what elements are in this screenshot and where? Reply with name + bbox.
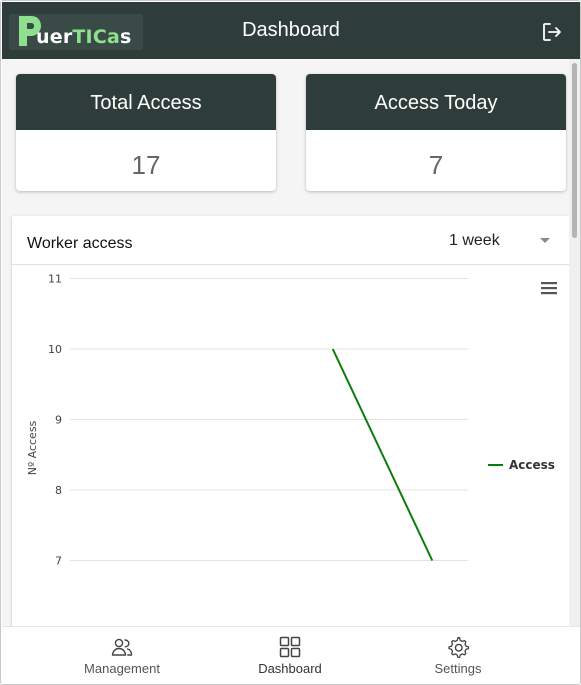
vertical-scrollbar[interactable] [569,59,580,626]
nav-label-settings: Settings [434,661,482,676]
total-access-label: Total Access [16,74,276,130]
y-tick-label: 9 [55,414,62,427]
y-tick-label: 10 [48,343,62,356]
nav-item-dashboard[interactable]: Dashboard [230,627,350,684]
page-title: Dashboard [242,19,340,41]
y-tick-label: 7 [55,555,62,568]
y-tick-label: 11 [48,273,62,286]
series-line-access[interactable] [331,348,434,561]
worker-access-card: Worker access 1 week 67891011 Nº Access … [12,216,569,626]
access-today-value: 7 [428,150,444,180]
dashboard-content[interactable]: Total Access 17 Access Today 7 Worker ac… [2,59,569,626]
chart-card-title: Worker access [27,235,133,252]
legend-label-access: Access [509,458,555,472]
logout-icon [543,23,561,41]
access-today-label: Access Today [306,74,566,130]
scrollbar-thumb[interactable] [572,63,577,238]
chart-gridlines [70,278,468,561]
total-access-value: 17 [131,150,161,180]
y-axis-label: Nº Access [26,420,39,475]
access-today-card: Access Today 7 [306,74,566,191]
chart-menu-button[interactable] [541,282,558,296]
time-range-select[interactable]: 1 week [442,230,556,254]
nav-item-management[interactable]: Management [62,627,182,684]
chart-legend[interactable]: Access [488,458,555,472]
y-axis-ticks: 67891011 [48,273,62,627]
chart-series [331,348,434,561]
app-header: uerTICas Dashboard [2,2,580,59]
total-access-card: Total Access 17 [16,74,276,191]
nav-item-settings[interactable]: Settings [398,627,518,684]
hamburger-menu-icon [541,282,557,285]
nav-label-dashboard: Dashboard [258,661,322,676]
bottom-navigation: Management Dashboard Settings [2,626,580,684]
y-tick-label: 8 [55,484,62,497]
time-range-value: 1 week [449,232,500,249]
app-frame: uerTICas Dashboard Total Access 17 Acces… [0,0,581,685]
logout-button[interactable] [541,21,563,43]
nav-label-management: Management [84,661,160,676]
users-icon [111,638,133,656]
access-line-chart: 67891011 Nº Access Access [26,273,558,627]
chevron-down-icon [540,238,550,243]
gear-icon [448,636,470,658]
grid-icon [279,636,301,658]
